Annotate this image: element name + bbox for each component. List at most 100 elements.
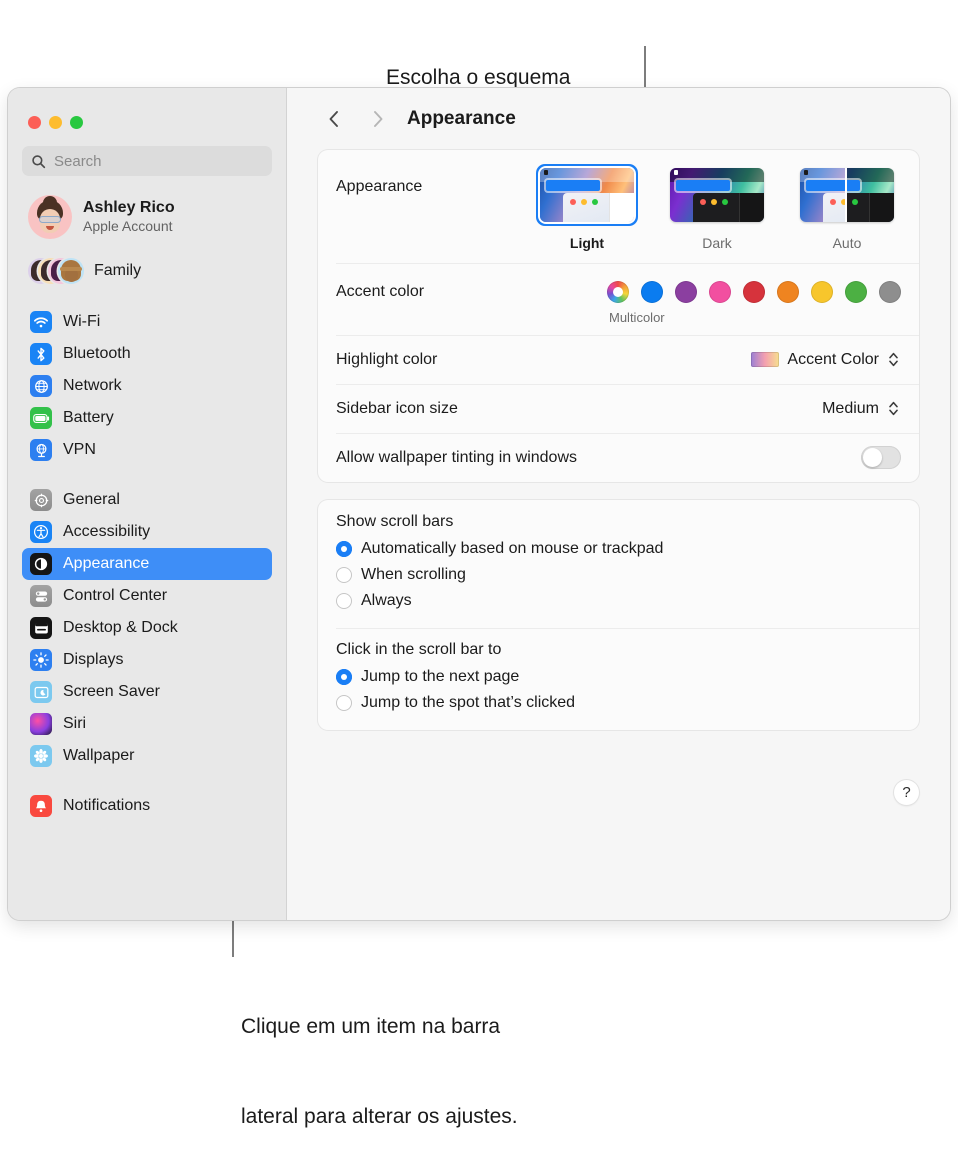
show-scroll-bars-title: Show scroll bars <box>336 513 901 531</box>
sidebar-item-appearance-label: Appearance <box>63 555 149 573</box>
radio-button-icon <box>336 669 352 685</box>
sidebar-item-battery-label: Battery <box>63 409 114 427</box>
radio-automatically[interactable]: Automatically based on mouse or trackpad <box>336 536 901 562</box>
accent-swatch-orange[interactable] <box>777 281 799 303</box>
desktop-dock-icon <box>30 617 52 639</box>
accessibility-icon <box>30 521 52 543</box>
accent-swatch-red[interactable] <box>743 281 765 303</box>
wallpaper-tinting-toggle[interactable] <box>861 446 901 469</box>
callout-bottom: Clique em um item na barra lateral para … <box>241 952 518 1162</box>
sidebar-item-notifications[interactable]: Notifications <box>22 790 272 822</box>
sidebar-item-accessibility[interactable]: Accessibility <box>22 516 272 548</box>
accent-swatch-green[interactable] <box>845 281 867 303</box>
scroll-bar-click-section: Click in the scroll bar to Jump to the n… <box>318 628 919 730</box>
radio-jump-next-page[interactable]: Jump to the next page <box>336 664 901 690</box>
screen-saver-icon <box>30 681 52 703</box>
highlight-color-label: Highlight color <box>336 351 437 369</box>
accent-swatch-graphite[interactable] <box>879 281 901 303</box>
close-button[interactable] <box>28 116 41 129</box>
sidebar-item-network-label: Network <box>63 377 122 395</box>
accent-swatch-yellow[interactable] <box>811 281 833 303</box>
light-thumbnail[interactable] <box>536 164 638 226</box>
radio-always-label: Always <box>361 592 412 610</box>
auto-thumbnail[interactable] <box>796 164 898 226</box>
accent-swatch-purple[interactable] <box>675 281 697 303</box>
sidebar-item-family-label: Family <box>94 262 141 280</box>
sidebar-item-network[interactable]: Network <box>22 370 272 402</box>
system-settings-window: Search Ashley Rico Apple Account Family <box>8 88 950 920</box>
account-name: Ashley Rico <box>83 198 175 218</box>
detail-pane: Appearance Appearance <box>287 88 950 920</box>
sidebar-group-notifications: Notifications <box>8 790 286 822</box>
sidebar-item-vpn[interactable]: VPN <box>22 434 272 466</box>
radio-when-scrolling-label: When scrolling <box>361 566 466 584</box>
account-row[interactable]: Ashley Rico Apple Account <box>22 190 272 244</box>
appearance-options: Light <box>533 164 901 251</box>
sidebar-item-bluetooth[interactable]: Bluetooth <box>22 338 272 370</box>
chevron-updown-icon <box>886 398 901 420</box>
sidebar-group-network: Wi-Fi Bluetooth <box>8 306 286 466</box>
sidebar-item-general-label: General <box>63 491 120 509</box>
accent-color-row: Accent color Multicolor <box>318 263 919 335</box>
accent-color-label: Accent color <box>336 283 424 301</box>
sidebar-item-wi-fi-label: Wi-Fi <box>63 313 100 331</box>
sidebar-item-siri[interactable]: Siri <box>22 708 272 740</box>
sidebar-item-family[interactable]: Family <box>22 251 272 291</box>
sidebar-item-desktop-and-dock-label: Desktop & Dock <box>63 619 178 637</box>
control-center-icon <box>30 585 52 607</box>
minimize-button[interactable] <box>49 116 62 129</box>
appearance-row: Appearance <box>318 150 919 263</box>
sidebar: Search Ashley Rico Apple Account Family <box>8 88 287 920</box>
sidebar-item-siri-label: Siri <box>63 715 86 733</box>
sidebar-icon-size-popup[interactable]: Medium <box>822 398 901 420</box>
appearance-card: Appearance <box>318 150 919 482</box>
wallpaper-icon <box>30 745 52 767</box>
highlight-color-popup[interactable]: Accent Color <box>751 349 901 371</box>
accent-swatch-multicolor[interactable] <box>607 281 629 303</box>
search-placeholder: Search <box>54 153 102 170</box>
radio-when-scrolling[interactable]: When scrolling <box>336 562 901 588</box>
sidebar-item-wallpaper[interactable]: Wallpaper <box>22 740 272 772</box>
wallpaper-tinting-row: Allow wallpaper tinting in windows <box>318 433 919 482</box>
help-button[interactable]: ? <box>894 780 919 805</box>
appearance-option-dark[interactable]: Dark <box>663 164 771 251</box>
zoom-button[interactable] <box>70 116 83 129</box>
radio-button-icon <box>336 541 352 557</box>
siri-icon <box>30 713 52 735</box>
light-label: Light <box>570 235 604 251</box>
displays-icon <box>30 649 52 671</box>
dark-thumbnail[interactable] <box>666 164 768 226</box>
sidebar-item-control-center[interactable]: Control Center <box>22 580 272 612</box>
chevron-updown-icon <box>886 349 901 371</box>
appearance-option-light[interactable]: Light <box>533 164 641 251</box>
radio-button-icon <box>336 567 352 583</box>
back-chevron-icon[interactable] <box>321 106 347 132</box>
appearance-option-auto[interactable]: Auto <box>793 164 901 251</box>
bluetooth-icon <box>30 343 52 365</box>
wifi-icon <box>30 311 52 333</box>
network-icon <box>30 375 52 397</box>
sidebar-icon-size-label: Sidebar icon size <box>336 400 458 418</box>
appearance-label: Appearance <box>336 178 422 196</box>
callout-bottom-line2: lateral para alterar os ajustes. <box>241 1102 518 1132</box>
sidebar-item-battery[interactable]: Battery <box>22 402 272 434</box>
radio-button-icon <box>336 695 352 711</box>
accent-swatch-pink[interactable] <box>709 281 731 303</box>
family-avatars <box>28 256 86 286</box>
highlight-color-value: Accent Color <box>787 351 879 369</box>
sidebar-item-displays[interactable]: Displays <box>22 644 272 676</box>
sidebar-item-appearance[interactable]: Appearance <box>22 548 272 580</box>
search-input[interactable]: Search <box>22 146 272 176</box>
sidebar-group-system: General Accessibility <box>8 484 286 772</box>
radio-always[interactable]: Always <box>336 588 901 614</box>
forward-chevron-icon[interactable] <box>365 106 391 132</box>
sidebar-item-wi-fi[interactable]: Wi-Fi <box>22 306 272 338</box>
accent-swatches <box>607 281 901 303</box>
sidebar-item-screen-saver[interactable]: Screen Saver <box>22 676 272 708</box>
sidebar-item-general[interactable]: General <box>22 484 272 516</box>
scroll-bar-click-title: Click in the scroll bar to <box>336 641 901 659</box>
radio-jump-to-spot[interactable]: Jump to the spot that’s clicked <box>336 690 901 716</box>
window-controls <box>8 102 286 124</box>
accent-swatch-blue[interactable] <box>641 281 663 303</box>
sidebar-item-desktop-and-dock[interactable]: Desktop & Dock <box>22 612 272 644</box>
